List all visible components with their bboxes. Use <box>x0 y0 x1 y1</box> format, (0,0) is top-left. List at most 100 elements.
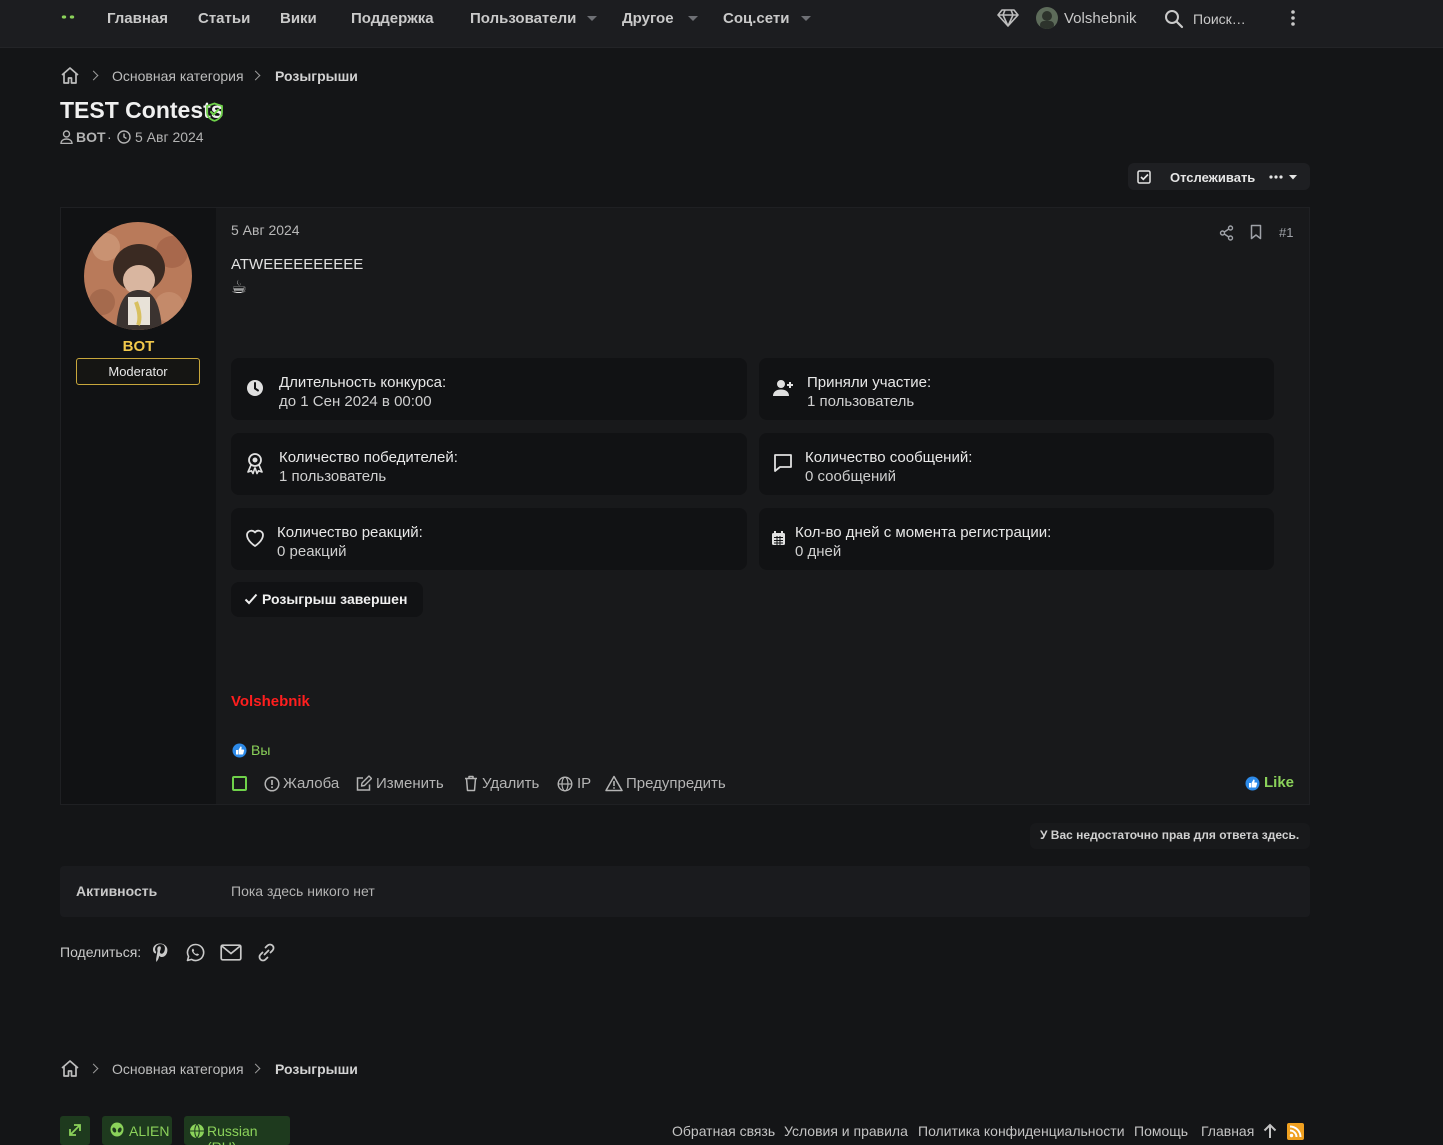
site-logo-icon[interactable] <box>58 10 78 26</box>
author-icon <box>60 130 73 144</box>
heart-icon <box>243 526 267 550</box>
footer-link-terms[interactable]: Условия и правила <box>784 1123 908 1139</box>
post-date[interactable]: 5 Авг 2024 <box>231 222 300 238</box>
warn-button[interactable]: Предупредить <box>626 775 726 792</box>
user-plus-icon <box>771 376 795 400</box>
nav-social[interactable]: Соц.сети <box>723 10 789 27</box>
award-icon <box>243 451 267 475</box>
language-name: Russian (RU) <box>207 1123 258 1145</box>
contest-participants-label: Приняли участие: <box>807 374 932 391</box>
email-icon[interactable] <box>220 944 242 961</box>
pinterest-icon[interactable] <box>151 942 169 962</box>
post-number[interactable]: #1 <box>1279 225 1293 240</box>
footer-link-privacy[interactable]: Политика конфиденциальности <box>918 1123 1125 1139</box>
globe-icon <box>190 1123 204 1139</box>
nav-username[interactable]: Volshebnik <box>1064 10 1137 27</box>
no-permission-text: У Вас недостаточно прав для ответа здесь… <box>1040 828 1300 842</box>
report-icon <box>264 776 280 792</box>
clock-icon <box>117 130 131 144</box>
fullwidth-toggle-button[interactable] <box>60 1116 90 1145</box>
trash-icon <box>464 775 478 792</box>
breadcrumb-chevron-icon <box>88 1063 99 1074</box>
verified-shield-icon <box>205 102 224 122</box>
activity-label: Активность <box>76 883 158 899</box>
share-label: Поделиться: <box>60 944 142 960</box>
whatsapp-icon[interactable] <box>186 943 205 962</box>
style-chooser-button[interactable]: ALIEN <box>102 1116 172 1145</box>
clock-filled-icon <box>243 376 267 400</box>
bookmark-icon[interactable] <box>1250 224 1262 240</box>
footer-link-help[interactable]: Помощь <box>1134 1123 1188 1139</box>
post-container <box>60 207 1310 805</box>
report-button[interactable]: Жалоба <box>283 775 339 792</box>
contest-reactions-value: 0 реакций <box>277 543 347 560</box>
watch-checkbox-icon[interactable] <box>1137 170 1152 184</box>
contest-winners-value: 1 пользователь <box>279 468 387 485</box>
home-icon[interactable] <box>60 1059 80 1078</box>
user-role-badge: Moderator <box>76 358 200 385</box>
contest-days-label: Кол-во дней с момента регистрации: <box>795 524 1052 541</box>
user-avatar[interactable] <box>1036 7 1058 29</box>
page-title: TEST Contests <box>60 97 224 124</box>
social-dropdown-icon[interactable] <box>801 16 811 21</box>
diamond-icon[interactable] <box>997 8 1019 28</box>
contest-messages-value: 0 сообщений <box>805 468 897 485</box>
nav-articles[interactable]: Статьи <box>198 10 250 27</box>
contest-duration-card: Длительность конкурса: до 1 Сен 2024 в 0… <box>231 358 747 420</box>
contest-winners-label: Количество победителей: <box>279 449 458 466</box>
watch-button[interactable]: Отслеживать <box>1170 170 1255 185</box>
like-icon <box>1245 776 1260 791</box>
footer-link-home[interactable]: Главная <box>1201 1123 1254 1139</box>
globe-icon <box>557 776 573 792</box>
nav-support[interactable]: Поддержка <box>351 10 434 27</box>
other-dropdown-icon[interactable] <box>688 16 698 21</box>
calendar-icon <box>767 526 791 550</box>
scroll-top-icon[interactable] <box>1263 1123 1277 1139</box>
thread-more-icon[interactable] <box>1268 172 1300 182</box>
home-icon[interactable] <box>60 66 80 85</box>
more-menu-icon[interactable] <box>1290 10 1296 26</box>
top-navigation: Главная Статьи Вики Поддержка Пользовате… <box>0 0 1443 48</box>
message-icon <box>771 451 795 475</box>
nav-home[interactable]: Главная <box>107 10 168 27</box>
select-post-checkbox[interactable] <box>232 776 247 791</box>
breadcrumb-chevron-icon <box>250 70 261 81</box>
breadcrumb-chevron-icon <box>250 1063 261 1074</box>
breadcrumb-category[interactable]: Основная категория <box>112 1061 244 1077</box>
breadcrumb-chevron-icon <box>88 70 99 81</box>
footer-link-feedback[interactable]: Обратная связь <box>672 1123 775 1139</box>
post-avatar[interactable] <box>84 222 192 330</box>
like-button[interactable]: Like <box>1264 774 1294 791</box>
nav-other[interactable]: Другое <box>622 10 674 27</box>
nav-users[interactable]: Пользователи <box>470 10 576 27</box>
alien-icon <box>110 1122 124 1137</box>
reactions-by[interactable]: Вы <box>251 742 270 758</box>
nav-wiki[interactable]: Вики <box>280 10 317 27</box>
language-chooser-button[interactable]: Russian (RU) <box>184 1116 290 1145</box>
search-input[interactable]: Поиск… <box>1193 11 1246 27</box>
delete-button[interactable]: Удалить <box>482 775 539 792</box>
contest-duration-value: до 1 Сен 2024 в 00:00 <box>279 393 432 410</box>
post-username[interactable]: BOT <box>61 338 216 355</box>
users-dropdown-icon[interactable] <box>587 16 597 21</box>
breadcrumb-current[interactable]: Розыгрыши <box>275 1061 358 1077</box>
warning-icon <box>605 775 623 792</box>
ip-button[interactable]: IP <box>577 775 591 792</box>
meta-separator: · <box>107 129 112 145</box>
post-text: ATWEEEEEEEEEE <box>231 256 364 273</box>
breadcrumb-current[interactable]: Розыгрыши <box>275 68 358 84</box>
check-icon <box>244 593 258 605</box>
thread-author[interactable]: BOT <box>76 129 106 145</box>
search-icon[interactable] <box>1164 9 1184 29</box>
rss-icon[interactable] <box>1287 1123 1304 1140</box>
contest-days-value: 0 дней <box>795 543 842 560</box>
style-name: ALIEN <box>129 1123 170 1139</box>
post-signature[interactable]: Volshebnik <box>231 693 310 710</box>
contest-participants-value: 1 пользователь <box>807 393 915 410</box>
share-icon[interactable] <box>1219 225 1234 241</box>
contest-participants-card: Приняли участие: 1 пользователь <box>759 358 1274 420</box>
edit-button[interactable]: Изменить <box>376 775 444 792</box>
link-icon[interactable] <box>256 942 277 963</box>
breadcrumb-category[interactable]: Основная категория <box>112 68 244 84</box>
thread-date[interactable]: 5 Авг 2024 <box>135 129 204 145</box>
